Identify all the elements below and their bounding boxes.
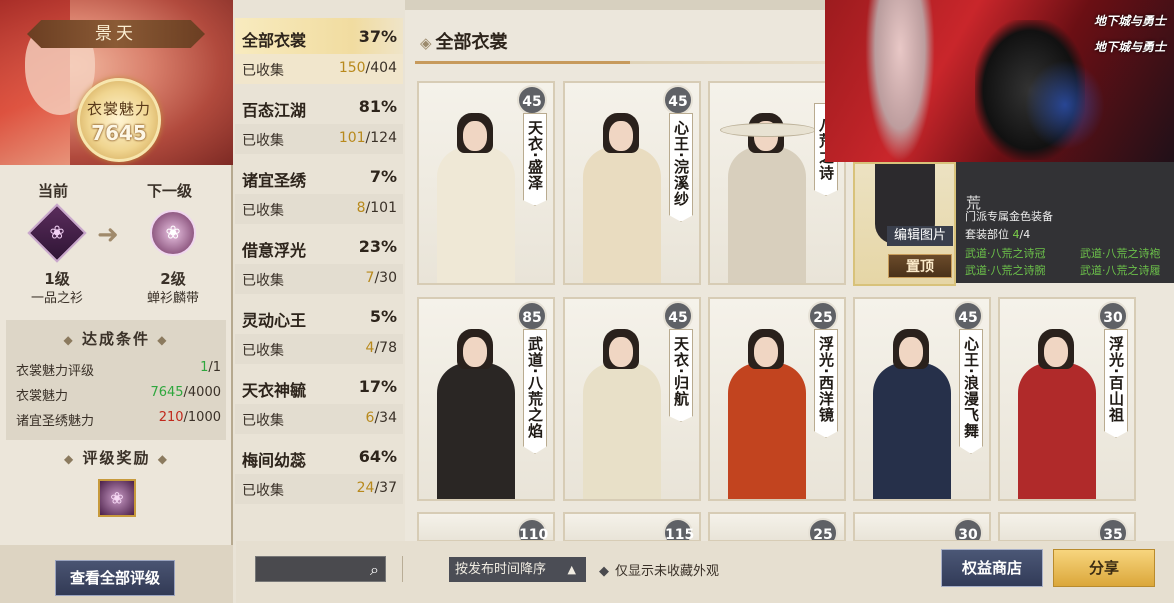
search-icon[interactable]: ⌕ bbox=[370, 560, 379, 580]
set-item: 武道·八荒之诗腕 bbox=[965, 264, 1046, 277]
level-badge: 85 bbox=[517, 301, 547, 331]
category-list: 全部衣裳 37% 已收集 150/404 百态江湖 81% 已收集 101/124 诸宜… bbox=[235, 18, 403, 508]
outfit-card[interactable]: 35 bbox=[998, 512, 1136, 542]
current-level-number: 1级 bbox=[44, 270, 70, 288]
reward-title: ◆ 评级奖励 ◆ bbox=[64, 449, 169, 467]
outfit-name-tag: 天衣·盛泽 bbox=[523, 113, 547, 206]
category-item[interactable]: 诸宜圣绣 7% 已收集 8/101 bbox=[235, 158, 403, 228]
next-level-heading: 下一级 bbox=[147, 182, 193, 200]
outfit-figure bbox=[437, 319, 517, 499]
level-badge: 25 bbox=[808, 301, 838, 331]
outfit-figure bbox=[873, 319, 953, 499]
share-button[interactable]: 分享 bbox=[1053, 549, 1155, 587]
diamond-icon: ◈ bbox=[420, 34, 432, 52]
divider bbox=[402, 556, 403, 582]
outfit-name-tag: 武道·八荒之焰 bbox=[523, 329, 547, 454]
left-panel: 景天 衣裳魅力 7645 当前 下一级 ❀ ➜ ❀ 1级 一品之衫 2级 蝉衫麟… bbox=[0, 0, 233, 603]
outfit-card[interactable]: 85 武道·八荒之焰 bbox=[417, 297, 555, 501]
outfit-card[interactable]: 45 心王·浣溪纱 bbox=[563, 81, 701, 285]
category-item[interactable]: 梅间幼蕊 64% 已收集 24/37 bbox=[235, 438, 403, 508]
charm-badge: 衣裳魅力 7645 bbox=[77, 78, 161, 162]
outfit-card[interactable]: 25 浮光·西洋镜 bbox=[708, 297, 846, 501]
reward-item-icon[interactable]: ❀ bbox=[98, 479, 136, 517]
level-badge: 25 bbox=[808, 518, 838, 540]
outfit-card[interactable]: 45 心王·浪漫飞舞 bbox=[853, 297, 991, 501]
outfit-figure bbox=[583, 319, 663, 499]
character-name: 景天 bbox=[27, 20, 205, 48]
outfit-card[interactable]: 30 bbox=[853, 512, 991, 542]
outfit-figure bbox=[720, 103, 816, 283]
outfit-card[interactable]: 25 bbox=[708, 512, 846, 542]
tooltip-set-parts: 套装部位 4/4 bbox=[965, 228, 1031, 241]
outfit-figure bbox=[437, 103, 517, 283]
outfit-name-tag: 天衣·归航 bbox=[669, 329, 693, 422]
level-badge: 110 bbox=[517, 518, 548, 540]
condition-row: 诸宜圣绣魅力 210/1000 bbox=[16, 410, 221, 429]
rights-shop-button[interactable]: 权益商店 bbox=[941, 549, 1043, 587]
category-item[interactable]: 天衣神毓 17% 已收集 6/34 bbox=[235, 368, 403, 438]
level-badge: 45 bbox=[663, 301, 693, 331]
uncollected-filter-toggle[interactable]: ◆ 仅显示未收藏外观 bbox=[599, 560, 719, 579]
set-item: 武道·八荒之诗履 bbox=[1080, 264, 1161, 277]
condition-row: 衣裳魅力评级 1/1 bbox=[16, 360, 221, 379]
arrow-right-icon: ➜ bbox=[97, 220, 119, 250]
current-level-name: 一品之衫 bbox=[30, 291, 83, 306]
game-logo: 地下城与勇士 bbox=[1093, 14, 1166, 28]
level-badge: 45 bbox=[953, 301, 983, 331]
category-item[interactable]: 百态江湖 81% 已收集 101/124 bbox=[235, 88, 403, 158]
conditions-box: ◆ 达成条件 ◆ 衣裳魅力评级 1/1 衣裳魅力 7645/4000 诸宜圣绣魅… bbox=[6, 320, 226, 440]
next-level-name: 蝉衫麟带 bbox=[146, 291, 199, 306]
triangle-up-icon: ▲ bbox=[567, 563, 576, 576]
game-logo: 地下城与勇士 bbox=[1093, 40, 1166, 54]
title-divider bbox=[415, 61, 825, 64]
charm-label: 衣裳魅力 bbox=[86, 100, 151, 118]
category-item[interactable]: 借意浮光 23% 已收集 7/30 bbox=[235, 228, 403, 298]
level-badge: 30 bbox=[953, 518, 983, 540]
edit-image-button[interactable]: 编辑图片 bbox=[887, 226, 953, 246]
level-badge: 35 bbox=[1098, 518, 1128, 540]
outfit-name-tag: 浮光·西洋镜 bbox=[814, 329, 838, 438]
outfit-name-tag: 心王·浪漫飞舞 bbox=[959, 329, 983, 454]
charm-value: 7645 bbox=[91, 121, 147, 145]
section-title: ◈ 全部衣裳 bbox=[420, 32, 508, 53]
level-badge: 45 bbox=[517, 85, 547, 115]
outfit-card[interactable]: 115 bbox=[563, 512, 701, 542]
promo-image-overlay: 地下城与勇士 地下城与勇士 bbox=[825, 0, 1174, 162]
outfit-tooltip: 荒 门派专属金色装备 套装部位 4/4 武道·八荒之诗冠 武道·八荒之诗袍 武道… bbox=[956, 162, 1174, 283]
outfit-figure bbox=[1018, 319, 1098, 499]
current-level-icon: ❀ bbox=[27, 203, 87, 263]
outfit-card[interactable]: 45 天衣·归航 bbox=[563, 297, 701, 501]
next-level-icon: ❀ bbox=[150, 210, 196, 256]
sort-dropdown[interactable]: 按发布时间降序 ▲ bbox=[449, 557, 586, 582]
outfit-figure bbox=[728, 319, 808, 499]
outfit-name-tag: 心王·浣溪纱 bbox=[669, 113, 693, 222]
outfit-figure bbox=[583, 103, 663, 283]
set-item: 武道·八荒之诗袍 bbox=[1080, 247, 1161, 260]
current-level-heading: 当前 bbox=[38, 182, 69, 200]
set-item: 武道·八荒之诗冠 bbox=[965, 247, 1046, 260]
view-all-ratings-button[interactable]: 查看全部评级 bbox=[55, 560, 175, 596]
category-all[interactable]: 全部衣裳 37% 已收集 150/404 bbox=[235, 18, 403, 88]
level-badge: 30 bbox=[1098, 301, 1128, 331]
pin-top-button[interactable]: 置顶 bbox=[888, 254, 952, 278]
level-badge: 45 bbox=[663, 85, 693, 115]
search-input[interactable]: ⌕ bbox=[255, 556, 386, 582]
category-item[interactable]: 灵动心王 5% 已收集 4/78 bbox=[235, 298, 403, 368]
next-level-number: 2级 bbox=[160, 270, 186, 288]
outfit-name-tag: 浮光·百山祖 bbox=[1104, 329, 1128, 438]
conditions-title: ◆ 达成条件 ◆ bbox=[63, 330, 169, 348]
condition-row: 衣裳魅力 7645/4000 bbox=[16, 385, 221, 404]
level-badge: 115 bbox=[663, 518, 694, 540]
tooltip-desc: 门派专属金色装备 bbox=[965, 210, 1053, 223]
outfit-card[interactable]: 110 bbox=[417, 512, 555, 542]
outfit-card[interactable]: 30 浮光·百山祖 bbox=[998, 297, 1136, 501]
outfit-card[interactable]: 45 天衣·盛泽 bbox=[417, 81, 555, 285]
diamond-checkbox-icon[interactable]: ◆ bbox=[599, 564, 609, 579]
